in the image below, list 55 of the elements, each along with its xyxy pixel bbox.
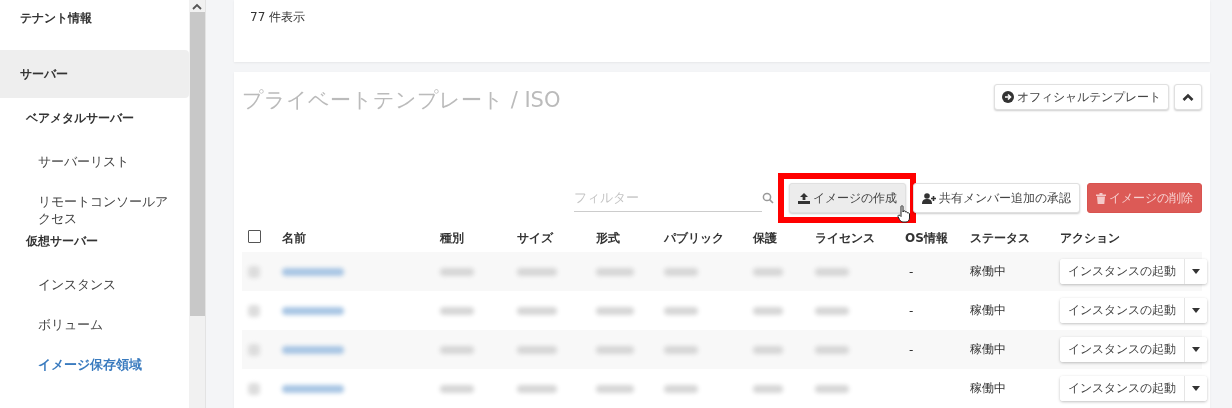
upload-icon: [798, 192, 810, 204]
launch-instance-button[interactable]: インスタンスの起動: [1060, 337, 1184, 362]
chevron-up-icon: [1182, 93, 1194, 101]
collapse-button[interactable]: [1174, 84, 1202, 110]
scrollbar[interactable]: [189, 0, 205, 408]
sidebar-item[interactable]: テナント情報: [0, 6, 189, 50]
column-header[interactable]: OS情報: [899, 229, 964, 247]
sidebar-item[interactable]: リモートコンソールアクセス: [0, 193, 189, 233]
caret-icon: [1192, 308, 1200, 313]
scrollbar-thumb[interactable]: [189, 12, 205, 316]
dropdown-button[interactable]: [1184, 259, 1207, 284]
table-cell: 稼働中: [970, 264, 1006, 278]
dropdown-button[interactable]: [1184, 337, 1207, 362]
dropdown-button[interactable]: [1184, 298, 1207, 323]
column-header[interactable]: 形式: [590, 229, 658, 247]
sidebar-item[interactable]: インスタンス: [0, 276, 189, 316]
column-header[interactable]: アクション: [1054, 229, 1199, 247]
table-cell: -: [909, 303, 914, 318]
dropdown-button[interactable]: [1184, 376, 1207, 401]
search-icon: [762, 192, 774, 204]
caret-icon: [1192, 386, 1200, 391]
column-header[interactable]: 種別: [434, 229, 511, 247]
table-cell: -: [909, 264, 914, 279]
caret-icon: [1192, 269, 1200, 274]
toolbar-button[interactable]: イメージの作成: [789, 183, 906, 213]
sidebar-item[interactable]: サーバーリスト: [0, 153, 189, 193]
hand-cursor-icon: [897, 205, 911, 223]
sidebar-item[interactable]: ベアメタルサーバー: [0, 110, 189, 153]
trash-icon: [1096, 192, 1106, 204]
panel-title: プライベートテンプレート / ISO: [242, 87, 561, 114]
table-cell: 稼働中: [970, 381, 1006, 395]
select-all-checkbox[interactable]: [248, 230, 261, 243]
table-cell: -: [909, 342, 914, 357]
scroll-up-icon[interactable]: [192, 3, 202, 10]
launch-instance-button[interactable]: インスタンスの起動: [1060, 259, 1184, 284]
sidebar-item[interactable]: ボリューム: [0, 316, 189, 356]
sidebar-item[interactable]: 仮想サーバー: [0, 233, 189, 276]
toolbar-button[interactable]: 共有メンバー追加の承認: [913, 183, 1080, 213]
launch-instance-button[interactable]: インスタンスの起動: [1060, 376, 1184, 401]
table-cell: 稼働中: [970, 342, 1006, 356]
arrow-circle-icon: [1002, 91, 1014, 103]
sidebar-item[interactable]: サーバー: [0, 50, 189, 98]
user-plus-icon: [922, 192, 936, 204]
item-count: 77 件表示: [250, 10, 306, 24]
official-template-button[interactable]: オフィシャルテンプレート: [994, 84, 1169, 110]
launch-instance-button[interactable]: インスタンスの起動: [1060, 298, 1184, 323]
column-header[interactable]: ライセンス: [809, 229, 899, 247]
table-cell: 稼働中: [970, 303, 1006, 317]
column-header[interactable]: 保護: [747, 229, 809, 247]
column-header[interactable]: パブリック: [658, 229, 747, 247]
sidebar-item[interactable]: イメージ保存領域: [0, 356, 189, 396]
column-header[interactable]: 名前: [276, 229, 434, 247]
caret-icon: [1192, 347, 1200, 352]
column-header[interactable]: サイズ: [511, 229, 590, 247]
column-header[interactable]: ステータス: [964, 229, 1054, 247]
